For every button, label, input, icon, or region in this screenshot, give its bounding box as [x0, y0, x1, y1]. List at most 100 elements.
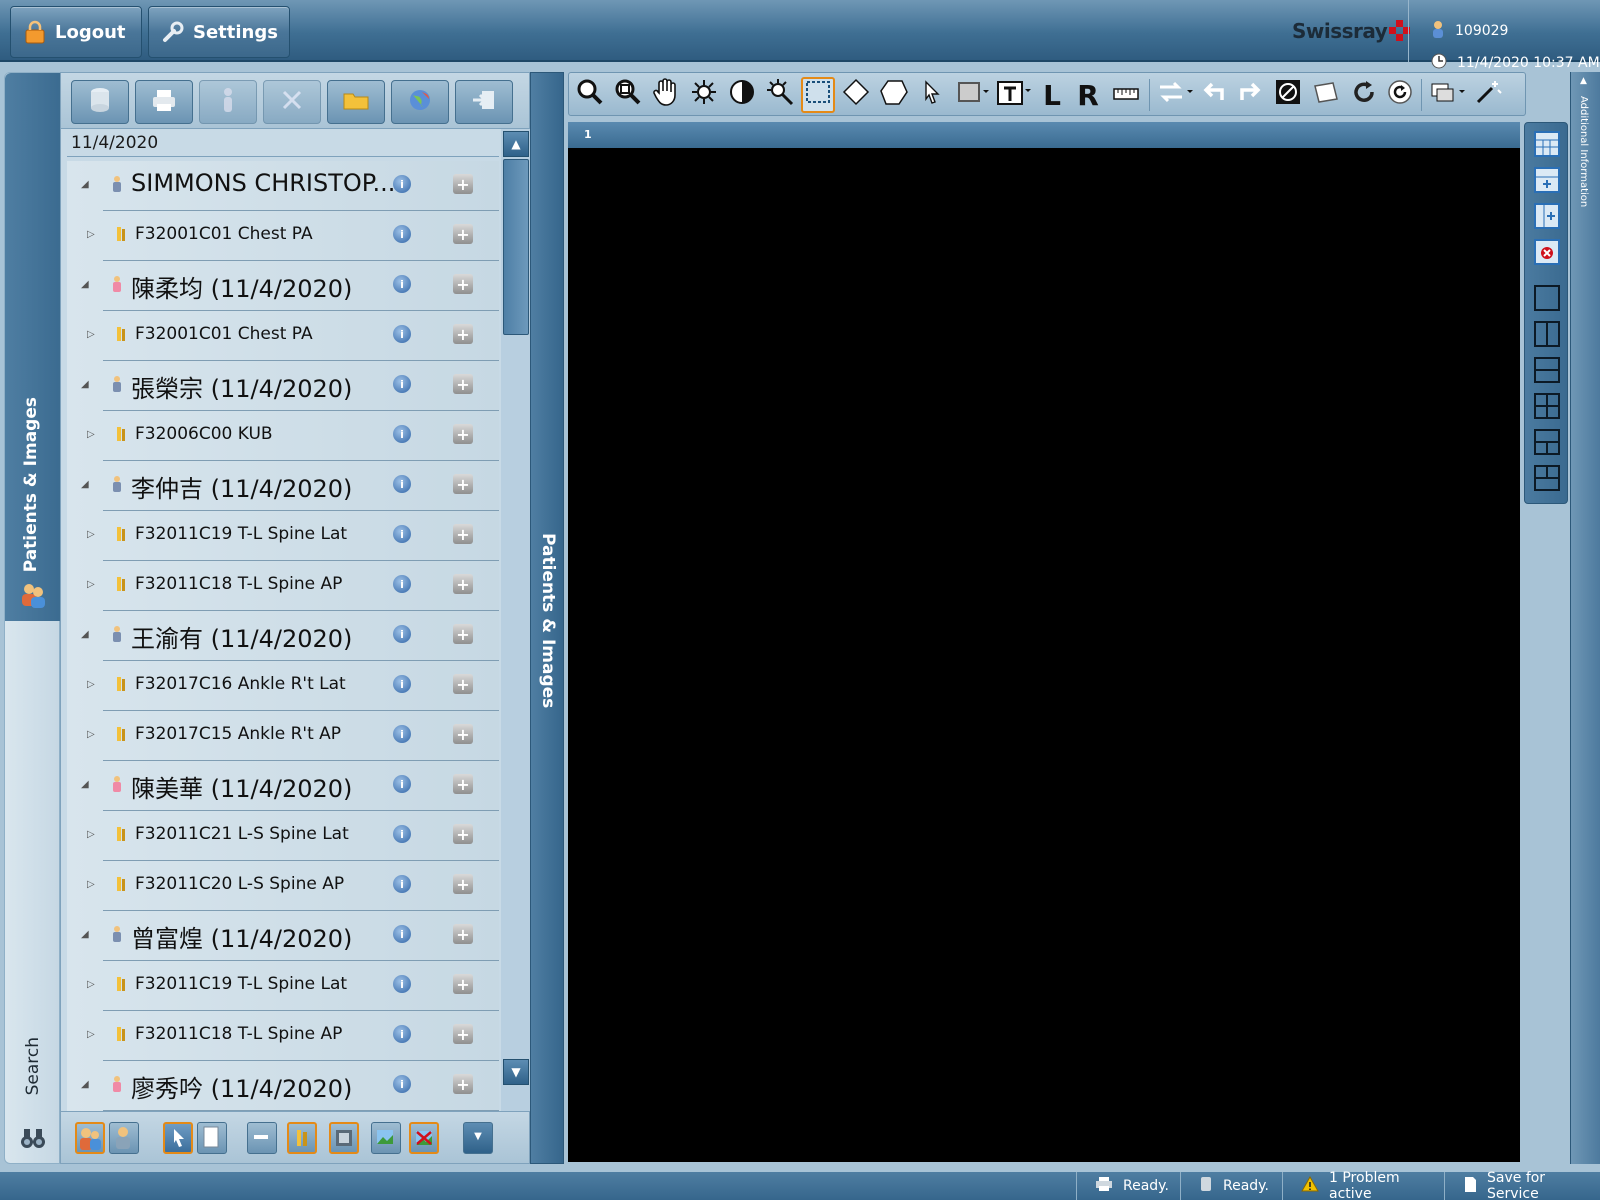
collapsed-arrow-icon[interactable]: ▷ — [87, 879, 95, 890]
study-row[interactable]: ▷ F32011C20 L-S Spine AP i + — [67, 861, 499, 911]
info-icon[interactable]: i — [393, 725, 411, 743]
scroll-up-button[interactable]: ▲ — [503, 131, 529, 157]
collapsed-arrow-icon[interactable]: ▷ — [87, 1029, 95, 1040]
patient-row[interactable]: ◢ 王渝有 (11/4/2020) i + — [67, 611, 499, 661]
more-options-button[interactable]: ▼ — [463, 1122, 493, 1154]
study-row[interactable]: ▷ F32011C19 T-L Spine Lat i + — [67, 961, 499, 1011]
document-button[interactable] — [197, 1122, 227, 1154]
layout-2x2b-button[interactable] — [1534, 429, 1560, 455]
add-icon[interactable]: + — [453, 324, 473, 344]
save-for-service-button[interactable]: Save for Service — [1444, 1170, 1600, 1200]
redo-button[interactable] — [1233, 77, 1267, 113]
add-icon[interactable]: + — [453, 474, 473, 494]
additional-info-strip[interactable]: ▲ Additional Information — [1570, 72, 1600, 1164]
layout-2x2c-button[interactable] — [1534, 465, 1560, 491]
database-button[interactable] — [71, 80, 129, 124]
delete-button[interactable] — [263, 80, 321, 124]
add-row-button[interactable] — [1534, 167, 1560, 193]
info-icon[interactable]: i — [393, 975, 411, 993]
study-row[interactable]: ▷ F32001C01 Chest PA i + — [67, 211, 499, 261]
collapse-all-button[interactable] — [247, 1122, 277, 1154]
patient-row[interactable]: ◢ 陳柔均 (11/4/2020) i + — [67, 261, 499, 311]
add-column-button[interactable] — [1534, 203, 1560, 229]
settings-button[interactable]: Settings — [148, 6, 290, 58]
study-row[interactable]: ▷ F32017C16 Ankle R't Lat i + — [67, 661, 499, 711]
invert-button[interactable] — [1271, 77, 1305, 113]
group-patients-button[interactable] — [75, 1122, 105, 1154]
add-icon[interactable]: + — [453, 924, 473, 944]
brightness-button[interactable] — [687, 77, 721, 113]
info-icon[interactable]: i — [393, 675, 411, 693]
reset-button[interactable] — [1383, 77, 1417, 113]
patient-row[interactable]: ◢ 張榮宗 (11/4/2020) i + — [67, 361, 499, 411]
exit-panel-button[interactable] — [455, 80, 513, 124]
collapsed-arrow-icon[interactable]: ▷ — [87, 429, 95, 440]
info-icon[interactable]: i — [393, 625, 411, 643]
add-icon[interactable]: + — [453, 1024, 473, 1044]
patients-panel-collapse-strip[interactable]: Patients & Images — [530, 72, 564, 1164]
collapsed-arrow-icon[interactable]: ▷ — [87, 229, 95, 240]
collapsed-arrow-icon[interactable]: ▷ — [87, 579, 95, 590]
ellipse-select-button[interactable] — [839, 77, 873, 113]
studies-filter-button[interactable] — [287, 1122, 317, 1154]
add-icon[interactable]: + — [453, 424, 473, 444]
add-icon[interactable]: + — [453, 824, 473, 844]
info-icon[interactable]: i — [393, 425, 411, 443]
scroll-down-button[interactable]: ▼ — [503, 1059, 529, 1085]
patient-row[interactable]: ◢ SIMMONS CHRISTOP... i + — [67, 161, 499, 211]
patient-row[interactable]: ◢ 李仲吉 (11/4/2020) i + — [67, 461, 499, 511]
contrast-button[interactable] — [725, 77, 759, 113]
info-icon[interactable]: i — [393, 225, 411, 243]
info-icon[interactable]: i — [393, 275, 411, 293]
pan-button[interactable] — [649, 77, 683, 113]
remove-viewport-button[interactable] — [1534, 239, 1560, 265]
add-icon[interactable]: + — [453, 524, 473, 544]
select-mode-button[interactable] — [163, 1122, 193, 1154]
collapsed-arrow-icon[interactable]: ▷ — [87, 529, 95, 540]
patient-row[interactable]: ◢ 曾富煌 (11/4/2020) i + — [67, 911, 499, 961]
landscape-image-button[interactable] — [371, 1122, 401, 1154]
info-icon[interactable]: i — [393, 925, 411, 943]
study-row[interactable]: ▷ F32011C18 T-L Spine AP i + — [67, 1011, 499, 1061]
add-icon[interactable]: + — [453, 1074, 473, 1094]
collapsed-arrow-icon[interactable]: ▷ — [87, 829, 95, 840]
collapsed-arrow-icon[interactable]: ▷ — [87, 329, 95, 340]
add-icon[interactable]: + — [453, 274, 473, 294]
expand-arrow-icon[interactable]: ◢ — [81, 1079, 89, 1090]
study-row[interactable]: ▷ F32011C18 T-L Spine AP i + — [67, 561, 499, 611]
study-row[interactable]: ▷ F32017C15 Ankle R't AP i + — [67, 711, 499, 761]
expand-arrow-icon[interactable]: ◢ — [81, 629, 89, 640]
info-icon[interactable]: i — [393, 1075, 411, 1093]
undo-button[interactable] — [1197, 77, 1231, 113]
add-icon[interactable]: + — [453, 674, 473, 694]
info-icon[interactable]: i — [393, 575, 411, 593]
flip-button[interactable] — [1155, 77, 1197, 113]
collapsed-arrow-icon[interactable]: ▷ — [87, 979, 95, 990]
info-icon[interactable]: i — [393, 525, 411, 543]
collapsed-arrow-icon[interactable]: ▷ — [87, 729, 95, 740]
zoom-fit-button[interactable] — [611, 77, 645, 113]
study-row[interactable]: ▷ F32001C01 Chest PA i + — [67, 311, 499, 361]
layout-2x2-button[interactable] — [1534, 393, 1560, 419]
right-marker-button[interactable]: R — [1071, 77, 1105, 113]
tab-patients-images[interactable]: Patients & Images — [5, 73, 61, 621]
images-filter-button[interactable] — [329, 1122, 359, 1154]
add-icon[interactable]: + — [453, 724, 473, 744]
cassette-button[interactable] — [1309, 77, 1343, 113]
study-row[interactable]: ▷ F32011C19 T-L Spine Lat i + — [67, 511, 499, 561]
single-patient-button[interactable] — [109, 1122, 139, 1154]
expand-arrow-icon[interactable]: ◢ — [81, 479, 89, 490]
zoom-button[interactable] — [573, 77, 607, 113]
info-icon[interactable]: i — [393, 175, 411, 193]
add-icon[interactable]: + — [453, 224, 473, 244]
add-icon[interactable]: + — [453, 624, 473, 644]
study-row[interactable]: ▷ F32011C21 L-S Spine Lat i + — [67, 811, 499, 861]
shutter-button[interactable] — [953, 77, 993, 113]
logout-button[interactable]: Logout — [10, 6, 142, 58]
info-icon[interactable]: i — [393, 775, 411, 793]
layout-2x1-button[interactable] — [1534, 357, 1560, 383]
pointer-button[interactable] — [915, 77, 949, 113]
info-icon[interactable]: i — [393, 825, 411, 843]
text-annotation-button[interactable] — [993, 77, 1035, 113]
info-icon[interactable]: i — [393, 475, 411, 493]
